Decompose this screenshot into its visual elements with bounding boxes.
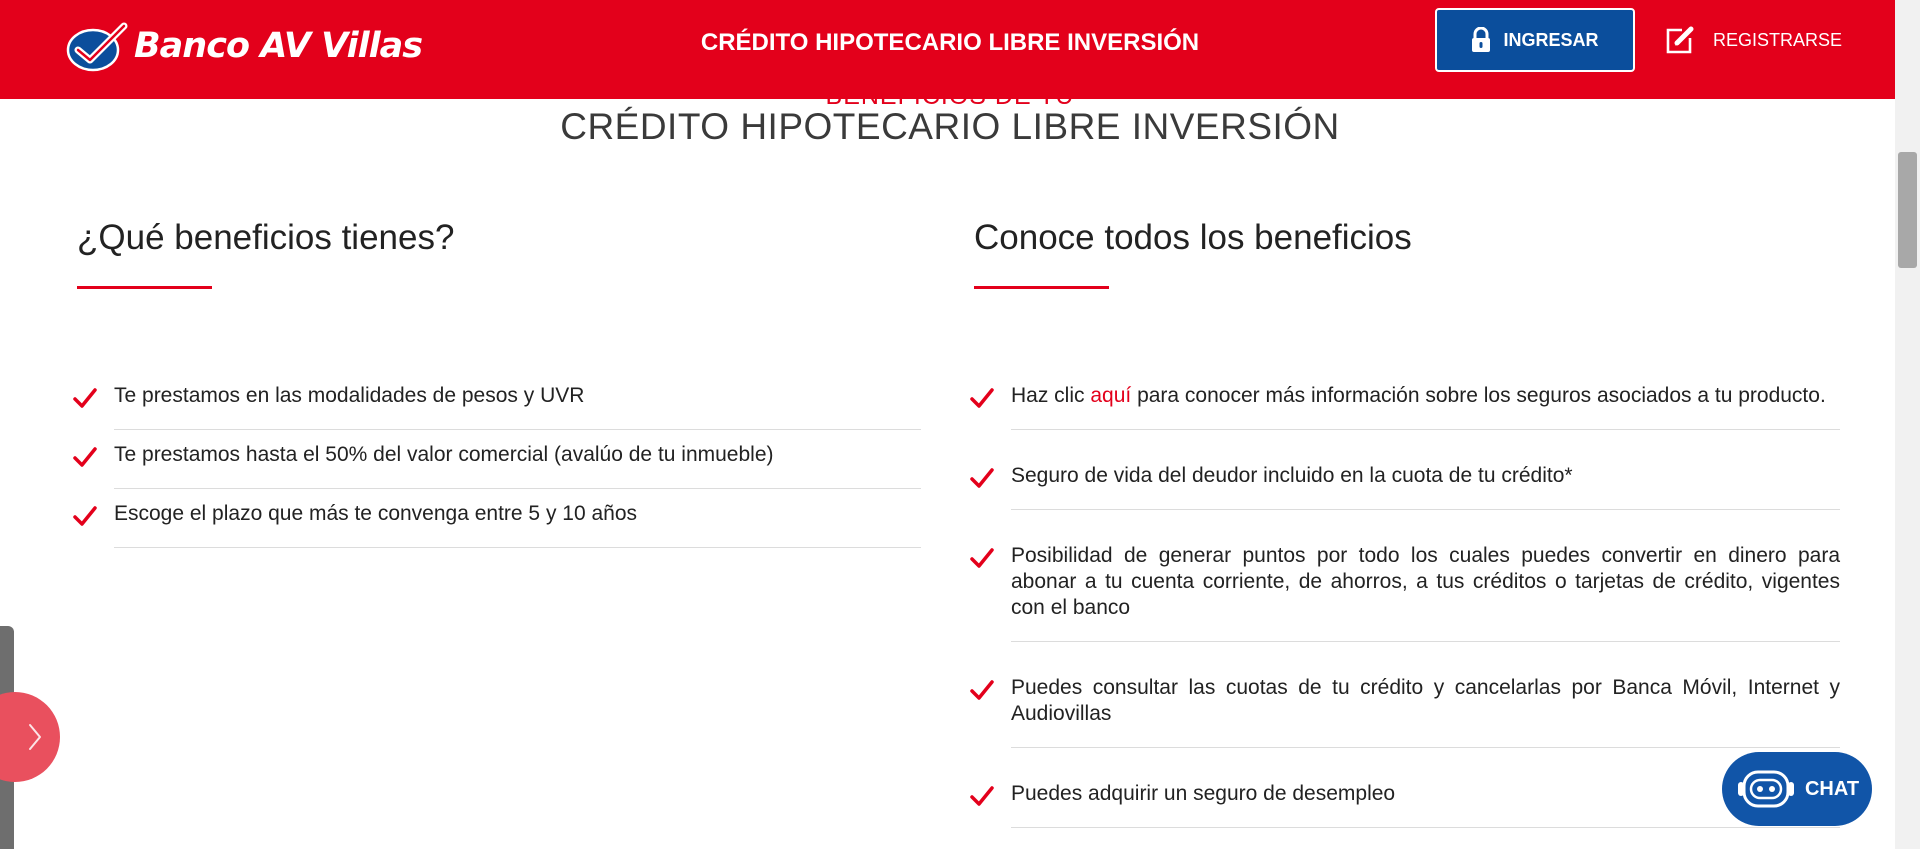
list-item: Posibilidad de generar puntos por todo l… [970,510,1840,642]
robot-icon [1737,770,1794,808]
benefit-text: Posibilidad de generar puntos por todo l… [1011,510,1840,642]
bank-logo[interactable]: Banco AV Villas [66,18,423,74]
logo-mark-icon [66,22,128,72]
list-item: Te prestamos en las modalidades de pesos… [73,371,921,430]
benefit-list-left: Te prestamos en las modalidades de pesos… [73,371,921,548]
page-scrollbar[interactable] [1895,0,1920,849]
check-icon [970,680,994,700]
list-item: Seguro de vida del deudor incluido en la… [970,430,1840,510]
benefits-column-left: ¿Qué beneficios tienes? Te prestamos en … [73,210,921,548]
chat-button[interactable]: CHAT [1722,752,1872,826]
check-icon [970,468,994,488]
benefit-text-post: para conocer más información sobre los s… [1131,384,1826,407]
benefit-text: Escoge el plazo que más te convenga entr… [114,489,921,548]
check-icon [970,786,994,806]
list-item: Escoge el plazo que más te convenga entr… [73,489,921,548]
list-item: Haz clic aquí para conocer más informaci… [970,371,1840,430]
login-label: INGRESAR [1503,29,1599,50]
benefit-text-pre: Haz clic [1011,384,1091,407]
scrollbar-thumb[interactable] [1898,152,1917,268]
check-icon [970,388,994,408]
check-icon [73,506,97,526]
heading-underline [77,286,212,289]
check-icon [970,548,994,568]
header-title: CRÉDITO HIPOTECARIO LIBRE INVERSIÓN [700,29,1200,56]
edit-icon [1666,26,1694,54]
register-label: REGISTRARSE [1713,29,1843,50]
top-header: Banco AV Villas CRÉDITO HIPOTECARIO LIBR… [0,0,1895,99]
lock-icon [1472,27,1491,52]
benefit-text: Seguro de vida del deudor incluido en la… [1011,430,1840,510]
chat-label: CHAT [1804,777,1860,800]
section-title: CRÉDITO HIPOTECARIO LIBRE INVERSIÓN [560,106,1340,147]
login-button[interactable]: INGRESAR [1435,8,1635,72]
left-heading: ¿Qué beneficios tienes? [77,218,455,257]
benefit-text: Puedes adquirir un seguro de desempleo [1011,748,1840,828]
logo-text: Banco AV Villas [134,26,423,66]
heading-underline [974,286,1109,289]
list-item: Puedes consultar las cuotas de tu crédit… [970,642,1840,748]
benefit-text: Te prestamos en las modalidades de pesos… [114,371,921,430]
check-icon [73,388,97,408]
benefits-column-right: Conoce todos los beneficios Haz clic aqu… [970,210,1840,828]
benefit-text: Puedes consultar las cuotas de tu crédit… [1011,642,1840,748]
benefit-text: Haz clic aquí para conocer más informaci… [1011,371,1840,430]
side-toggle-button[interactable] [0,692,60,782]
list-item: Puedes adquirir un seguro de desempleo [970,748,1840,828]
register-button[interactable]: REGISTRARSE [1665,20,1842,60]
chevron-right-icon [29,724,41,750]
benefit-list-right: Haz clic aquí para conocer más informaci… [970,371,1840,828]
list-item: Te prestamos hasta el 50% del valor come… [73,430,921,489]
check-icon [73,447,97,467]
right-heading: Conoce todos los beneficios [974,218,1412,257]
benefit-text: Te prestamos hasta el 50% del valor come… [114,430,921,489]
insurance-info-link[interactable]: aquí [1090,384,1131,407]
